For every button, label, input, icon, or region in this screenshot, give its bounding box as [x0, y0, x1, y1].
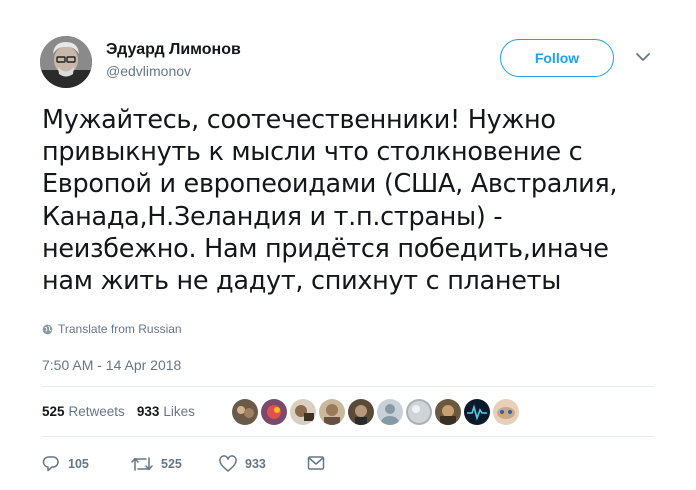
liker-avatar[interactable]: [261, 399, 287, 425]
tweet-stats: 525 Retweets 933 Likes: [42, 404, 195, 419]
liker-avatar[interactable]: [232, 399, 258, 425]
likes-label: Likes: [163, 404, 195, 419]
liker-avatar[interactable]: [319, 399, 345, 425]
liker-avatar[interactable]: [406, 399, 432, 425]
retweets-stat[interactable]: 525 Retweets: [42, 404, 125, 419]
tweet-timestamp[interactable]: 7:50 AM - 14 Apr 2018: [42, 357, 181, 373]
chevron-down-icon[interactable]: [636, 52, 650, 62]
tweet-text: Мужайтесь, соотечественники! Нужно привы…: [42, 105, 618, 297]
liker-avatar[interactable]: [377, 399, 403, 425]
heart-icon: [219, 455, 237, 472]
envelope-icon: [307, 456, 325, 470]
translate-link[interactable]: Translate from Russian: [42, 322, 182, 336]
liker-avatar[interactable]: [464, 399, 490, 425]
like-button[interactable]: 933: [219, 455, 266, 473]
retweet-button[interactable]: 525: [131, 455, 182, 473]
retweet-icon: [131, 457, 153, 471]
liker-avatar[interactable]: [348, 399, 374, 425]
like-count: 933: [245, 457, 266, 471]
follow-button[interactable]: Follow: [500, 39, 614, 77]
likes-stat[interactable]: 933 Likes: [137, 404, 195, 419]
author-display-name[interactable]: Эдуард Лимонов: [106, 41, 241, 59]
likers-avatars: [232, 399, 519, 425]
retweets-label: Retweets: [68, 404, 125, 419]
author-handle[interactable]: @edvlimonov: [106, 63, 191, 79]
direct-message-button[interactable]: [307, 455, 325, 471]
user-avatar-photo-icon: [40, 36, 92, 88]
retweets-count: 525: [42, 404, 65, 419]
liker-avatar[interactable]: [435, 399, 461, 425]
divider-bottom: [42, 436, 654, 437]
retweet-count: 525: [161, 457, 182, 471]
globe-icon: [42, 324, 53, 334]
reply-count: 105: [68, 457, 89, 471]
divider-top: [42, 386, 654, 387]
reply-icon: [42, 456, 59, 472]
likes-count: 933: [136, 404, 160, 419]
liker-avatar[interactable]: [493, 399, 519, 425]
liker-avatar[interactable]: [290, 399, 316, 425]
translate-label: Translate from Russian: [58, 322, 182, 336]
reply-button[interactable]: 105: [42, 455, 89, 473]
author-avatar[interactable]: [40, 36, 92, 88]
